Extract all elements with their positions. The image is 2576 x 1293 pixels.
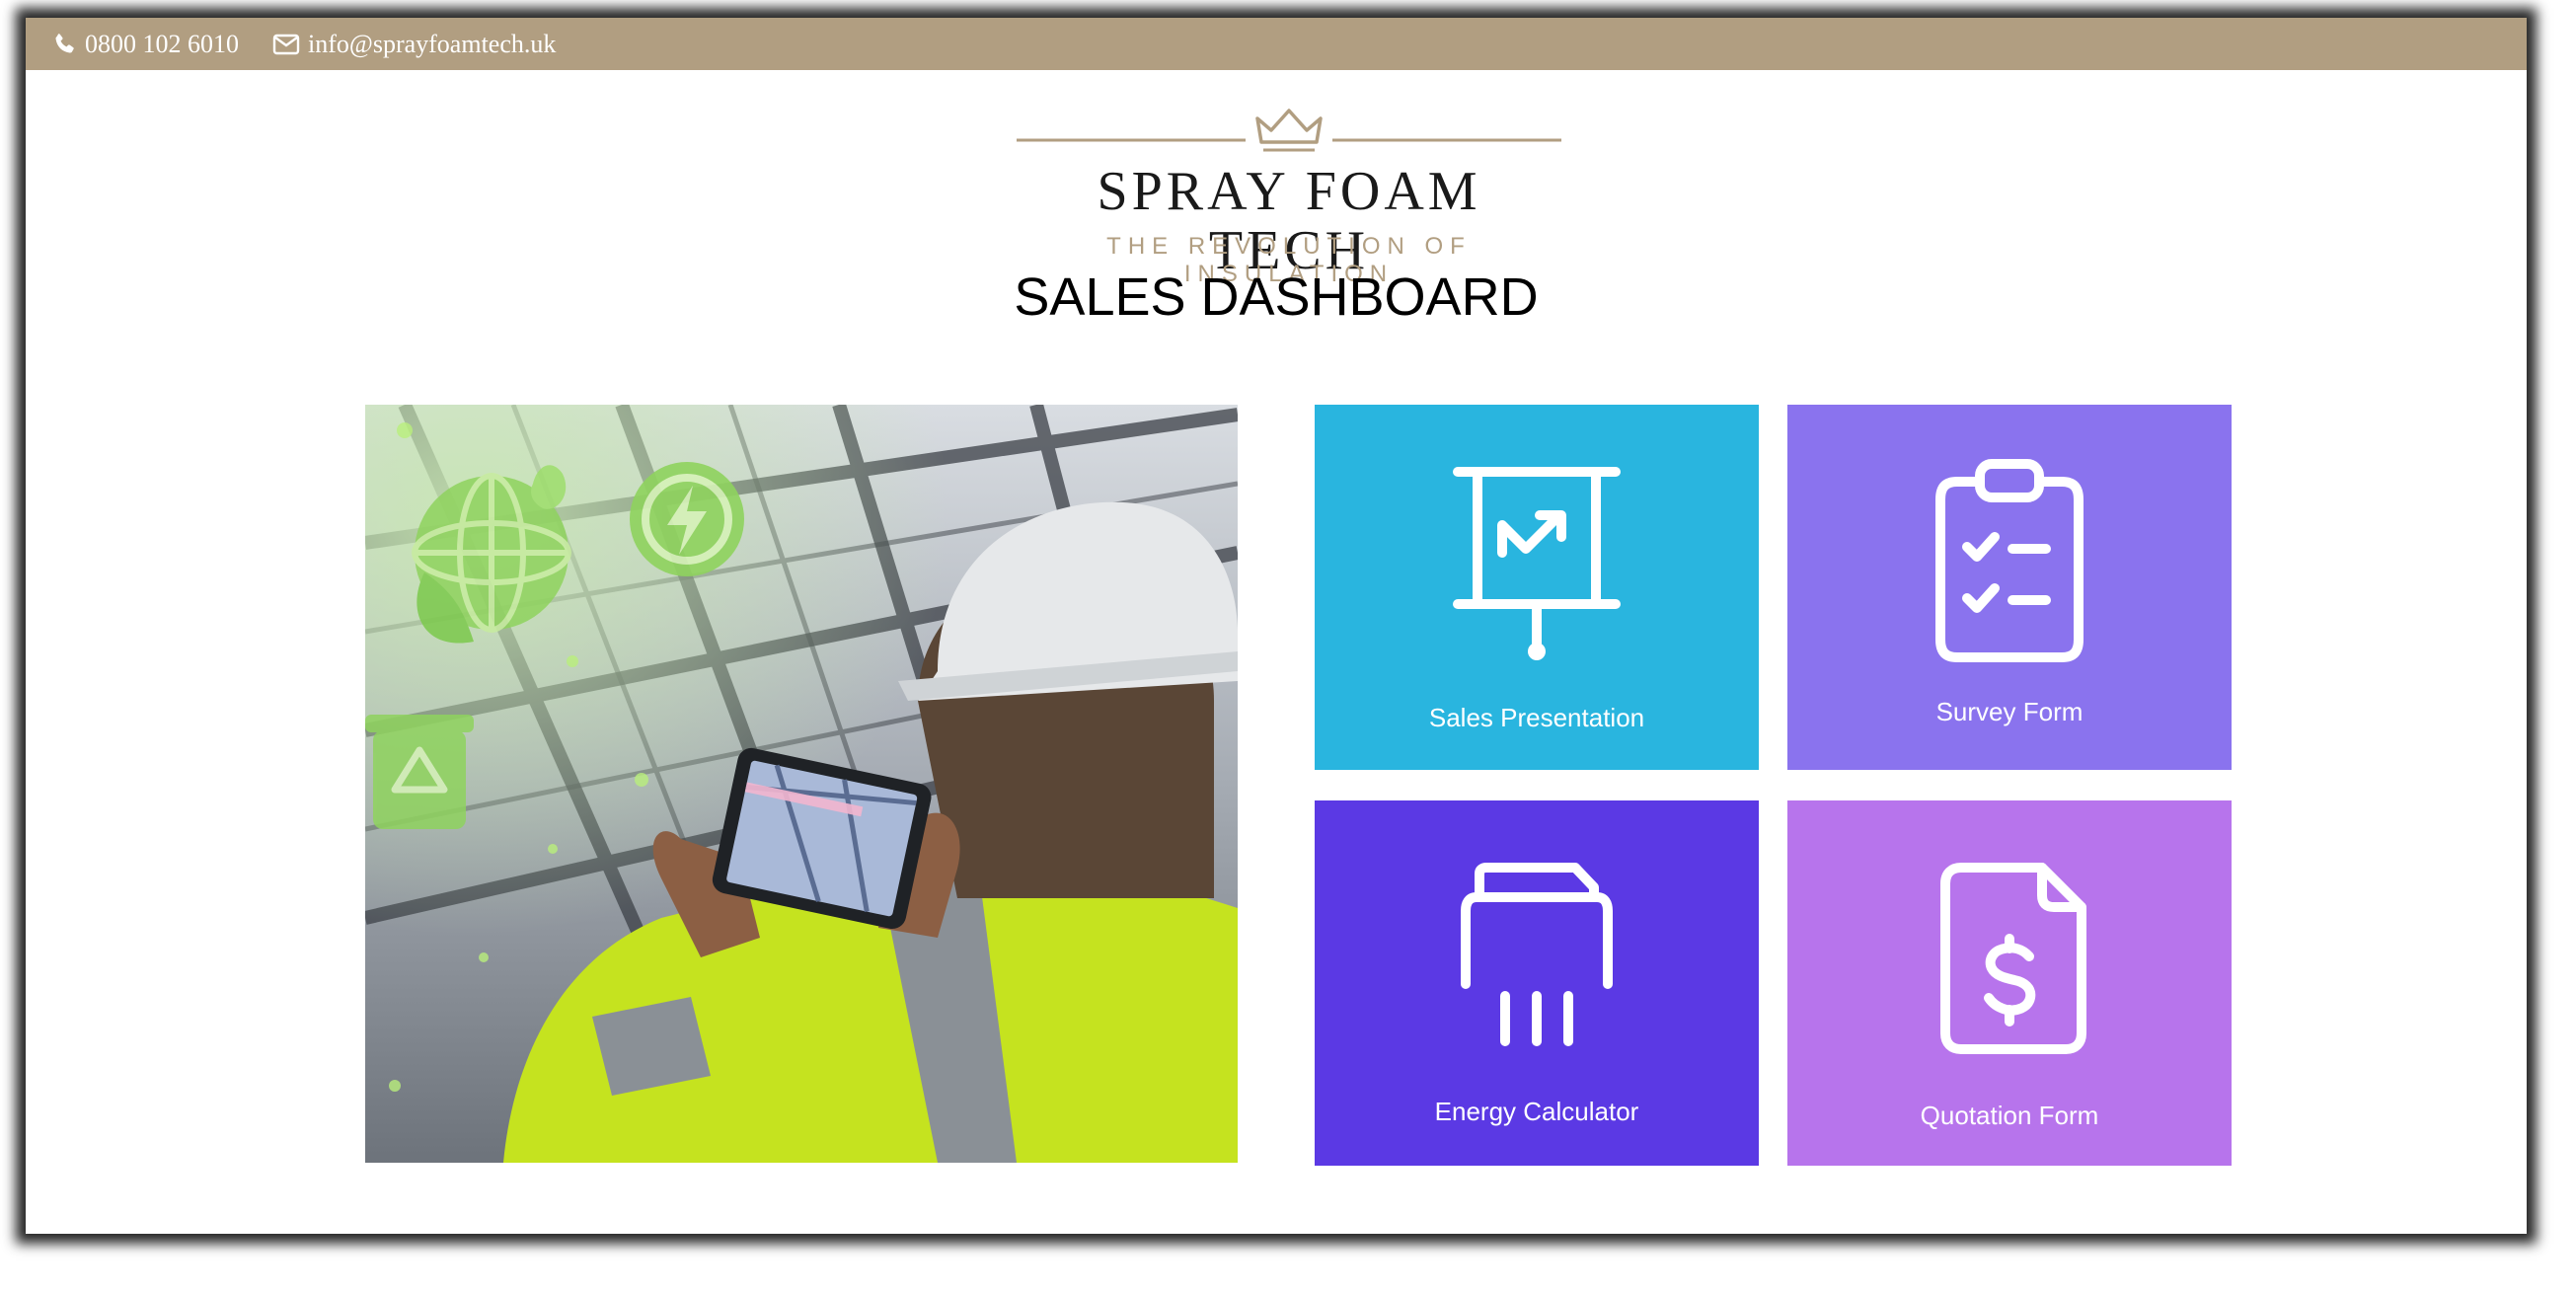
sales-presentation-label: Sales Presentation xyxy=(1428,703,1645,732)
crown-icon xyxy=(1017,109,1561,152)
energy-calculator-label: Energy Calculator xyxy=(1434,1097,1639,1126)
presentation-board-icon xyxy=(1453,467,1621,660)
contact-bar: 0800 102 6010 info@sprayfoamtech.uk xyxy=(26,18,2527,70)
phone-number: 0800 102 6010 xyxy=(85,29,239,58)
phone-link[interactable]: 0800 102 6010 xyxy=(51,30,239,59)
shredder-icon xyxy=(1461,863,1613,1046)
survey-form-label: Survey Form xyxy=(1935,697,2084,726)
page-frame: 0800 102 6010 info@sprayfoamtech.uk SPRA… xyxy=(26,18,2527,1234)
energy-calculator-tile[interactable]: Energy Calculator xyxy=(1315,800,1759,1166)
quotation-form-tile[interactable]: Quotation Form xyxy=(1787,800,2232,1166)
phone-icon xyxy=(55,33,74,53)
energy-icon xyxy=(630,462,744,576)
sales-presentation-tile[interactable]: Sales Presentation xyxy=(1315,405,1759,770)
survey-form-tile[interactable]: Survey Form xyxy=(1787,405,2232,770)
email-address: info@sprayfoamtech.uk xyxy=(308,29,557,58)
quotation-form-label: Quotation Form xyxy=(1920,1101,2099,1130)
recycle-bin-icon xyxy=(365,715,474,829)
brand-logo[interactable]: SPRAY FOAM TECH THE REVOLUTION OF INSULA… xyxy=(1017,99,1561,287)
hero-image xyxy=(365,405,1238,1163)
page-title: SALES DASHBOARD xyxy=(1014,267,1539,327)
envelope-icon xyxy=(272,34,300,54)
dollar-document-icon xyxy=(1940,863,2086,1054)
email-link[interactable]: info@sprayfoamtech.uk xyxy=(272,30,556,59)
clipboard-checklist-icon xyxy=(1935,459,2084,662)
